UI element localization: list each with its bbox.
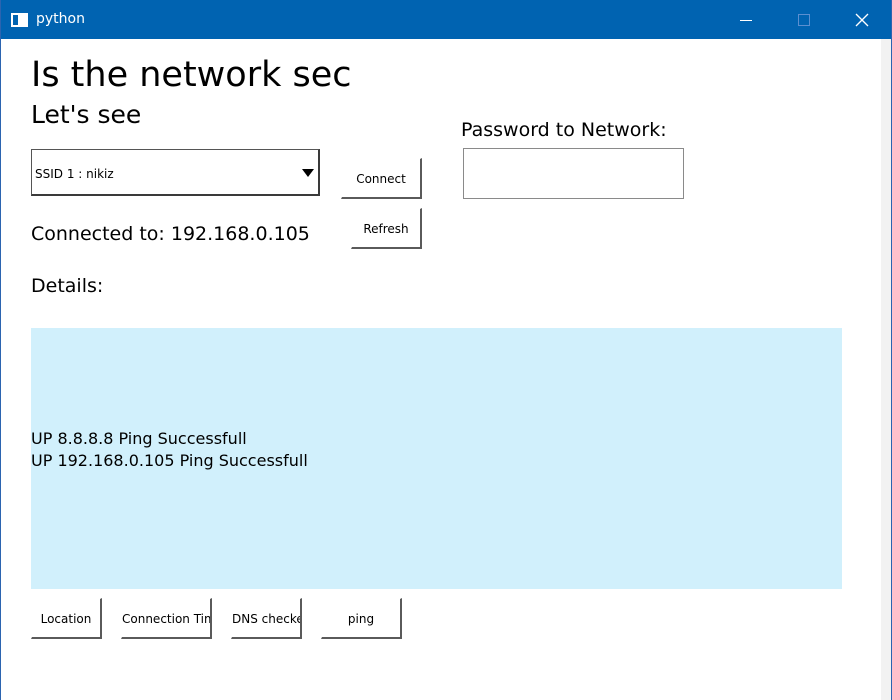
ssid-selected-value: SSID 1 : nikiz: [35, 167, 114, 181]
maximize-button[interactable]: [775, 0, 833, 39]
window-edge-strip: [881, 39, 891, 700]
page-subtitle: Let's see: [31, 100, 142, 129]
minimize-button[interactable]: [717, 0, 775, 39]
details-text: UP 8.8.8.8 Ping Successfull UP 192.168.0…: [31, 428, 308, 472]
details-line: UP 192.168.0.105 Ping Successfull: [31, 451, 308, 470]
connection-status: Connected to: 192.168.0.105: [31, 223, 310, 245]
ping-button[interactable]: ping: [321, 598, 402, 639]
dns-checker-button[interactable]: DNS checker: [231, 598, 302, 639]
password-label: Password to Network:: [461, 119, 667, 141]
details-panel: UP 8.8.8.8 Ping Successfull UP 192.168.0…: [31, 328, 842, 589]
password-input[interactable]: [463, 148, 684, 199]
details-label: Details:: [31, 275, 104, 297]
dropdown-arrow-icon[interactable]: [302, 169, 314, 177]
connection-time-button[interactable]: Connection Time: [121, 598, 212, 639]
close-button[interactable]: [833, 0, 891, 39]
page-title: Is the network sec: [31, 55, 352, 95]
ssid-dropdown[interactable]: SSID 1 : nikiz: [31, 149, 320, 196]
window-title: python: [36, 11, 85, 27]
connect-button[interactable]: Connect: [341, 158, 422, 199]
location-button[interactable]: Location: [31, 598, 102, 639]
window-app-icon: [11, 12, 28, 27]
title-bar[interactable]: python: [1, 0, 891, 39]
app-window: python Is the network sec Let's see Pass…: [0, 0, 892, 700]
details-line: UP 8.8.8.8 Ping Successfull: [31, 429, 247, 448]
refresh-button[interactable]: Refresh: [351, 208, 422, 249]
